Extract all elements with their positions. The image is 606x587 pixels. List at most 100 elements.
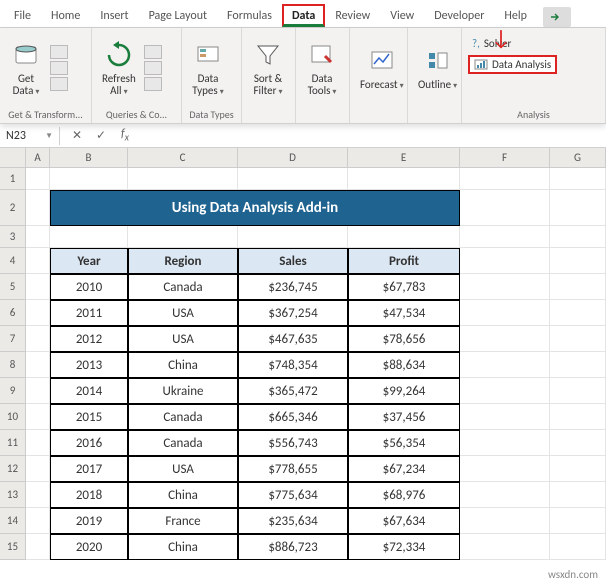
- cell-profit[interactable]: $47,534: [348, 300, 460, 326]
- cancel-icon[interactable]: ✕: [68, 128, 86, 144]
- cell-profit[interactable]: $37,456: [348, 404, 460, 430]
- group-queries: RefreshAll Queries & Co...: [92, 28, 182, 123]
- cell-year[interactable]: 2015: [50, 404, 128, 430]
- cell-sales[interactable]: $467,635: [238, 326, 348, 352]
- mini-buttons[interactable]: [50, 45, 68, 91]
- sort-filter-button[interactable]: Sort &Filter: [248, 37, 288, 99]
- data-types-button[interactable]: DataTypes: [188, 37, 228, 99]
- cell-sales[interactable]: $778,655: [238, 456, 348, 482]
- col-F[interactable]: F: [460, 148, 550, 167]
- cell-sales[interactable]: $365,472: [238, 378, 348, 404]
- cell-profit[interactable]: $78,656: [348, 326, 460, 352]
- col-B[interactable]: B: [50, 148, 128, 167]
- forecast-button[interactable]: Forecast: [356, 43, 408, 93]
- cell-year[interactable]: 2014: [50, 378, 128, 404]
- cell-region[interactable]: China: [128, 534, 238, 560]
- cell-year[interactable]: 2019: [50, 508, 128, 534]
- cell-sales[interactable]: $236,745: [238, 274, 348, 300]
- forecast-icon: [366, 45, 398, 77]
- cell-region[interactable]: Ukraine: [128, 378, 238, 404]
- cell-year[interactable]: 2018: [50, 482, 128, 508]
- row-7[interactable]: 7: [0, 326, 26, 352]
- cell-sales[interactable]: $665,346: [238, 404, 348, 430]
- cell-profit[interactable]: $88,634: [348, 352, 460, 378]
- row-5[interactable]: 5: [0, 274, 26, 300]
- col-C[interactable]: C: [128, 148, 238, 167]
- cell-profit[interactable]: $67,634: [348, 508, 460, 534]
- cell-sales[interactable]: $748,354: [238, 352, 348, 378]
- cell-sales[interactable]: $235,634: [238, 508, 348, 534]
- row-8[interactable]: 8: [0, 352, 26, 378]
- cell-year[interactable]: 2010: [50, 274, 128, 300]
- cell-profit[interactable]: $72,334: [348, 534, 460, 560]
- cell-sales[interactable]: $886,723: [238, 534, 348, 560]
- cell-year[interactable]: 2011: [50, 300, 128, 326]
- cell-sales[interactable]: $775,634: [238, 482, 348, 508]
- col-A[interactable]: A: [26, 148, 50, 167]
- row-6[interactable]: 6: [0, 300, 26, 326]
- tab-help[interactable]: Help: [494, 4, 537, 27]
- data-analysis-button[interactable]: Data Analysis: [468, 55, 557, 74]
- row-9[interactable]: 9: [0, 378, 26, 404]
- cell-region[interactable]: France: [128, 508, 238, 534]
- row-3[interactable]: 3: [0, 226, 26, 248]
- cell-profit[interactable]: $67,234: [348, 456, 460, 482]
- cell-year[interactable]: 2020: [50, 534, 128, 560]
- col-E[interactable]: E: [348, 148, 460, 167]
- get-data-button[interactable]: GetData: [6, 37, 46, 99]
- data-analysis-icon: [474, 59, 488, 71]
- table-row: 2016 Canada $556,743 $56,354: [26, 430, 606, 456]
- row-14[interactable]: 14: [0, 508, 26, 534]
- cell-sales[interactable]: $367,254: [238, 300, 348, 326]
- cell-region[interactable]: Canada: [128, 430, 238, 456]
- enter-icon[interactable]: ✓: [92, 128, 110, 144]
- cell-sales[interactable]: $556,743: [238, 430, 348, 456]
- tab-view[interactable]: View: [380, 4, 424, 27]
- tab-insert[interactable]: Insert: [90, 4, 138, 27]
- share-icon[interactable]: [543, 7, 571, 27]
- cell-region[interactable]: Canada: [128, 404, 238, 430]
- row-4[interactable]: 4: [0, 248, 26, 274]
- row-10[interactable]: 10: [0, 404, 26, 430]
- fx-icon[interactable]: fx: [116, 128, 134, 144]
- cell-region[interactable]: Canada: [128, 274, 238, 300]
- cell-year[interactable]: 2016: [50, 430, 128, 456]
- cell-region[interactable]: USA: [128, 456, 238, 482]
- tab-developer[interactable]: Developer: [424, 4, 494, 27]
- sort-filter-label: Sort &Filter: [254, 73, 283, 97]
- row-13[interactable]: 13: [0, 482, 26, 508]
- tab-formulas[interactable]: Formulas: [217, 4, 282, 27]
- tab-review[interactable]: Review: [325, 4, 380, 27]
- cell-profit[interactable]: $56,354: [348, 430, 460, 456]
- cell-year[interactable]: 2013: [50, 352, 128, 378]
- tab-page-layout[interactable]: Page Layout: [139, 4, 217, 27]
- group-label-dt: [302, 106, 343, 123]
- solver-button[interactable]: ?, Solver: [468, 36, 557, 51]
- cell-profit[interactable]: $99,264: [348, 378, 460, 404]
- cell-region[interactable]: China: [128, 482, 238, 508]
- cell-region[interactable]: China: [128, 352, 238, 378]
- col-D[interactable]: D: [238, 148, 348, 167]
- cell-profit[interactable]: $67,783: [348, 274, 460, 300]
- outline-button[interactable]: Outline: [414, 43, 461, 93]
- row-15[interactable]: 15: [0, 534, 26, 560]
- mini-buttons-2[interactable]: [144, 45, 162, 91]
- row-12[interactable]: 12: [0, 456, 26, 482]
- refresh-all-button[interactable]: RefreshAll: [98, 37, 140, 99]
- cell-year[interactable]: 2012: [50, 326, 128, 352]
- select-all-corner[interactable]: [0, 148, 26, 167]
- cell-profit[interactable]: $68,976: [348, 482, 460, 508]
- row-11[interactable]: 11: [0, 430, 26, 456]
- data-tools-button[interactable]: DataTools: [302, 37, 342, 99]
- name-box[interactable]: N23 ▼: [0, 127, 60, 145]
- tab-file[interactable]: File: [4, 4, 41, 27]
- row-2[interactable]: 2: [0, 190, 26, 226]
- cell-region[interactable]: USA: [128, 326, 238, 352]
- tab-home[interactable]: Home: [41, 4, 90, 27]
- col-G[interactable]: G: [550, 148, 606, 167]
- row-1[interactable]: 1: [0, 168, 26, 190]
- cell-region[interactable]: USA: [128, 300, 238, 326]
- cell-year[interactable]: 2017: [50, 456, 128, 482]
- tab-data[interactable]: Data: [282, 4, 325, 27]
- cell-area[interactable]: Using Data Analysis Add-in Year Region S…: [26, 168, 606, 560]
